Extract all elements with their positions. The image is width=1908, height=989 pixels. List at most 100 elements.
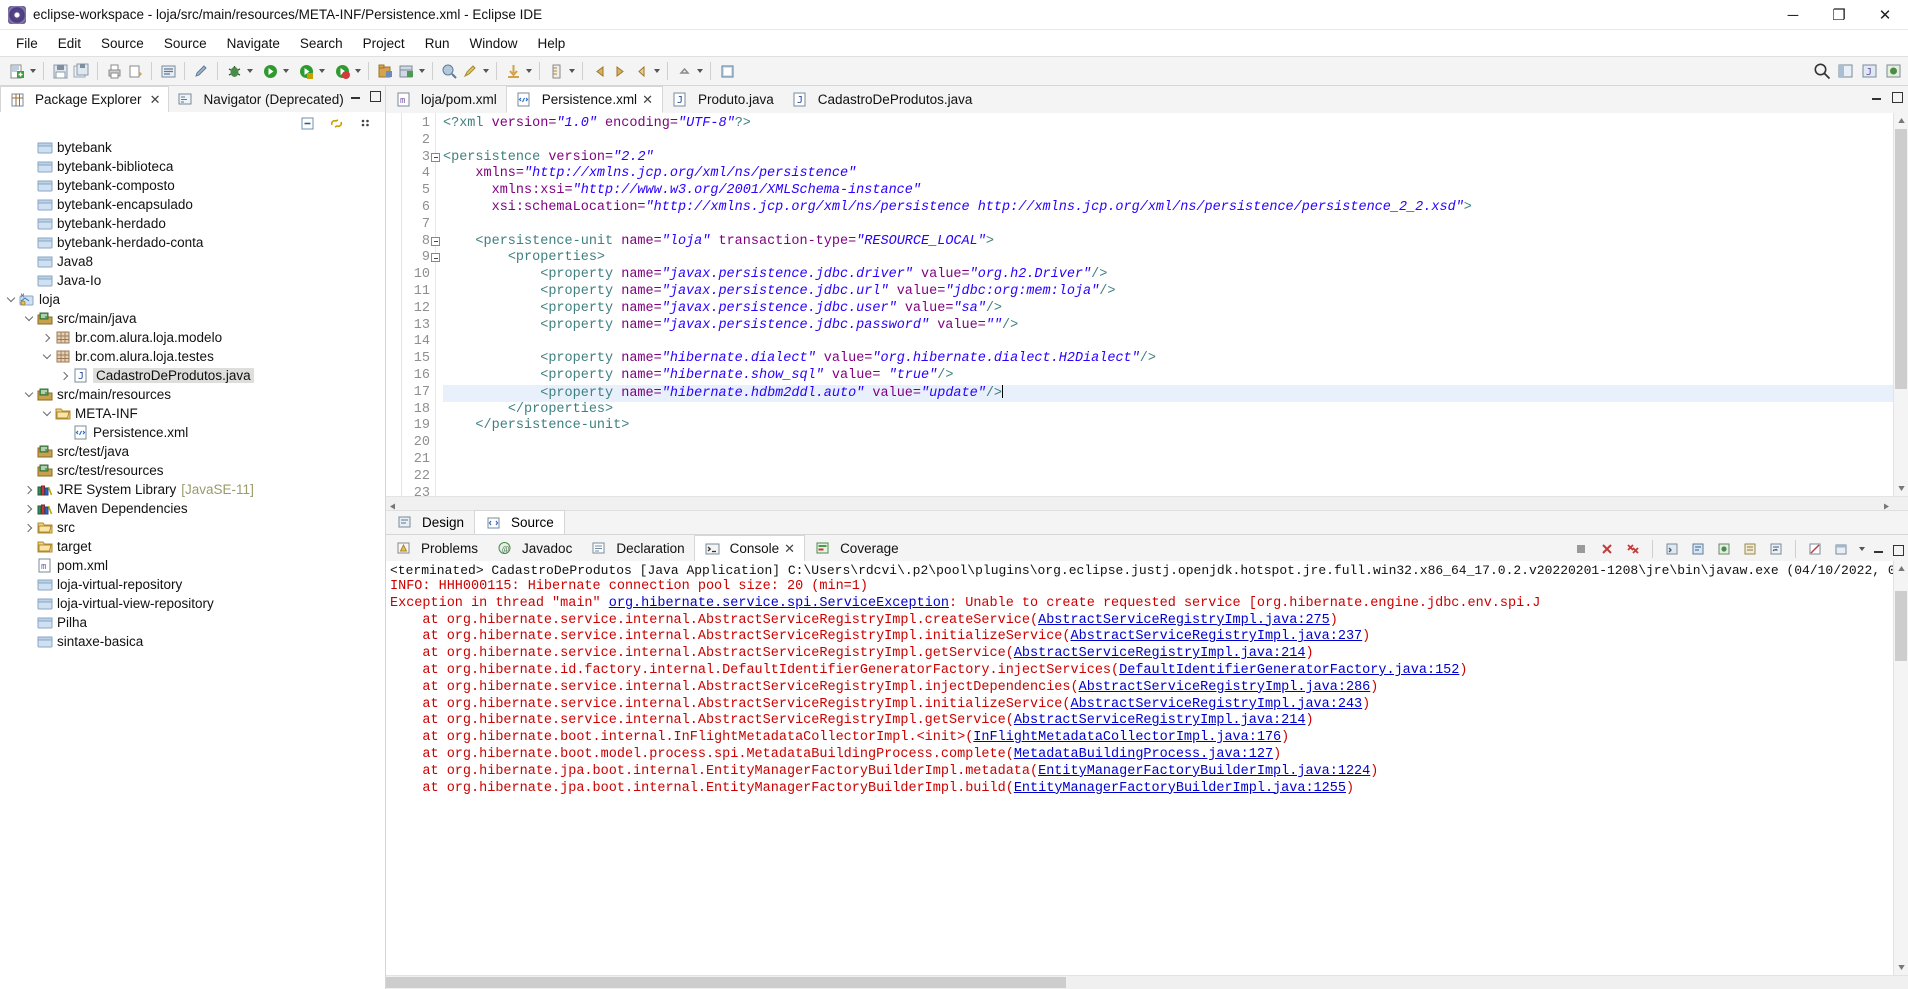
scroll-up-icon[interactable] (1894, 113, 1908, 128)
debug-dropdown-icon[interactable] (245, 61, 254, 81)
tree-item[interactable]: br.com.alura.loja.modelo (0, 328, 385, 347)
tree-item[interactable]: Java8 (0, 252, 385, 271)
tree-item[interactable]: loja-virtual-view-repository (0, 594, 385, 613)
code-line[interactable]: xmlns:xsi="http://www.w3.org/2001/XMLSch… (443, 183, 1908, 200)
terminate-icon[interactable] (1571, 539, 1591, 559)
code-line[interactable]: xsi:schemaLocation="http://xmlns.jcp.org… (443, 200, 1908, 217)
new-console-view-icon[interactable] (1831, 539, 1851, 559)
console-tab-problems[interactable]: Problems (386, 535, 487, 561)
code-line[interactable]: <?xml version="1.0" encoding="UTF-8"?> (443, 116, 1908, 133)
chevron-down-icon[interactable] (22, 385, 36, 404)
minimize-editor-icon[interactable] (1870, 90, 1883, 103)
tree-item[interactable]: bytebank-biblioteca (0, 157, 385, 176)
last-edit-icon[interactable] (631, 61, 651, 81)
tree-item[interactable]: src (0, 518, 385, 537)
code-line[interactable]: <property name="javax.persistence.jdbc.d… (443, 267, 1908, 284)
chevron-right-icon[interactable] (22, 499, 36, 518)
new-package-icon[interactable] (396, 61, 416, 81)
stack-trace-link[interactable]: AbstractServiceRegistryImpl.java:214 (1014, 713, 1306, 728)
code-line[interactable]: <property name="hibernate.dialect" value… (443, 351, 1908, 368)
tree-item[interactable]: bytebank (0, 138, 385, 157)
tree-item[interactable]: target (0, 537, 385, 556)
console-vertical-scrollbar[interactable] (1893, 561, 1908, 975)
run-history-dropdown-icon[interactable] (317, 61, 326, 81)
stack-trace-link[interactable]: AbstractServiceRegistryImpl.java:237 (1071, 629, 1363, 644)
tree-item[interactable]: bytebank-encapsulado (0, 195, 385, 214)
tree-item[interactable]: m pom.xml (0, 556, 385, 575)
editor-marker-bar[interactable] (386, 113, 402, 496)
annotation-dropdown-icon[interactable] (695, 61, 704, 81)
tree-item[interactable]: Maven Dependencies (0, 499, 385, 518)
view-tab-package-explorer[interactable]: Package Explorer ✕ (0, 86, 170, 112)
close-button[interactable]: ✕ (1862, 0, 1908, 30)
stack-trace-link[interactable]: DefaultIdentifierGeneratorFactory.java:1… (1119, 663, 1459, 678)
pin-editor-icon[interactable] (717, 61, 737, 81)
code-content[interactable]: <?xml version="1.0" encoding="UTF-8"?> <… (436, 113, 1908, 496)
menu-item-edit-1[interactable]: Edit (48, 33, 91, 54)
view-menu-icon[interactable] (355, 113, 375, 133)
stack-trace-link[interactable]: AbstractServiceRegistryImpl.java:243 (1071, 697, 1363, 712)
editor-mode-tab-source[interactable]: Source (474, 510, 565, 534)
minimize-console-icon[interactable] (1872, 543, 1885, 556)
console-scroll-thumb[interactable] (1895, 591, 1907, 661)
print-icon[interactable] (104, 61, 124, 81)
tree-item[interactable]: Java-Io (0, 271, 385, 290)
run-history-icon[interactable] (296, 61, 316, 81)
minimize-button[interactable]: ─ (1770, 0, 1816, 30)
clear-console-icon[interactable] (1805, 539, 1825, 559)
menu-item-source-2[interactable]: Source (91, 33, 154, 54)
tree-item[interactable]: sintaxe-basica (0, 632, 385, 651)
display-selected-console-icon[interactable] (1688, 539, 1708, 559)
new-package-dropdown-icon[interactable] (417, 61, 426, 81)
code-line[interactable] (443, 469, 1908, 486)
highlight-dropdown-icon[interactable] (481, 61, 490, 81)
menu-item-project-6[interactable]: Project (353, 33, 415, 54)
debug-icon[interactable] (224, 61, 244, 81)
project-tree[interactable]: bytebank bytebank-biblioteca bytebank-comp… (0, 134, 385, 989)
forward-icon[interactable] (610, 61, 630, 81)
editor-mode-tab-design[interactable]: Design (386, 510, 474, 534)
collapse-all-icon[interactable] (297, 113, 317, 133)
pencil-icon[interactable] (191, 61, 211, 81)
editor-tab-loja-pom-xml[interactable]: m loja/pom.xml (386, 86, 506, 113)
tree-item[interactable]: src/main/java (0, 309, 385, 328)
maximize-editor-icon[interactable] (1890, 90, 1903, 103)
chevron-down-icon[interactable] (40, 404, 54, 423)
tree-item[interactable]: bytebank-herdado-conta (0, 233, 385, 252)
code-line[interactable] (443, 452, 1908, 469)
menu-item-run-7[interactable]: Run (415, 33, 460, 54)
link-with-editor-icon[interactable] (326, 113, 346, 133)
save-all-icon[interactable] (71, 61, 91, 81)
stack-trace-link[interactable]: MetadataBuildingProcess.java:127 (1014, 747, 1273, 762)
chevron-right-icon[interactable] (58, 366, 72, 385)
maximize-console-icon[interactable] (1891, 543, 1904, 556)
stack-trace-link[interactable]: AbstractServiceRegistryImpl.java:214 (1014, 646, 1306, 661)
view-tab-navigator-deprecated[interactable]: Navigator (Deprecated) (169, 86, 351, 112)
export-icon[interactable] (125, 61, 145, 81)
word-wrap-icon[interactable] (1766, 539, 1786, 559)
scroll-lock-icon[interactable] (1740, 539, 1760, 559)
console-menu-dropdown-icon[interactable] (1857, 539, 1866, 559)
tree-item[interactable]: META-INF (0, 404, 385, 423)
close-icon[interactable]: ✕ (784, 541, 795, 557)
code-line[interactable]: </properties> (443, 402, 1908, 419)
code-line[interactable]: <property name="javax.persistence.jdbc.u… (443, 284, 1908, 301)
tree-item[interactable]: src/test/resources (0, 461, 385, 480)
console-tab-coverage[interactable]: Coverage (805, 535, 908, 561)
console-tab-javadoc[interactable]: @ Javadoc (487, 535, 581, 561)
stack-trace-link[interactable]: AbstractServiceRegistryImpl.java:286 (1079, 680, 1371, 695)
tree-item[interactable]: src/test/java (0, 442, 385, 461)
code-line[interactable]: xmlns="http://xmlns.jcp.org/xml/ns/persi… (443, 166, 1908, 183)
chevron-down-icon[interactable] (22, 309, 36, 328)
scroll-left-icon[interactable] (388, 499, 397, 514)
tree-item[interactable]: bytebank-herdado (0, 214, 385, 233)
console-hscroll-thumb[interactable] (386, 977, 1066, 988)
measure-icon[interactable] (546, 61, 566, 81)
editor-tab-cadastrodeprodutos-java[interactable]: J CadastroDeProdutos.java (783, 86, 982, 113)
search-icon[interactable] (1812, 61, 1832, 81)
remove-launch-icon[interactable] (1597, 539, 1617, 559)
console-tab-console[interactable]: Console ✕ (693, 535, 806, 561)
stack-trace-link[interactable]: AbstractServiceRegistryImpl.java:275 (1038, 613, 1330, 628)
console-output[interactable]: <terminated> CadastroDeProdutos [Java Ap… (386, 561, 1908, 975)
close-icon[interactable]: ✕ (642, 92, 653, 108)
